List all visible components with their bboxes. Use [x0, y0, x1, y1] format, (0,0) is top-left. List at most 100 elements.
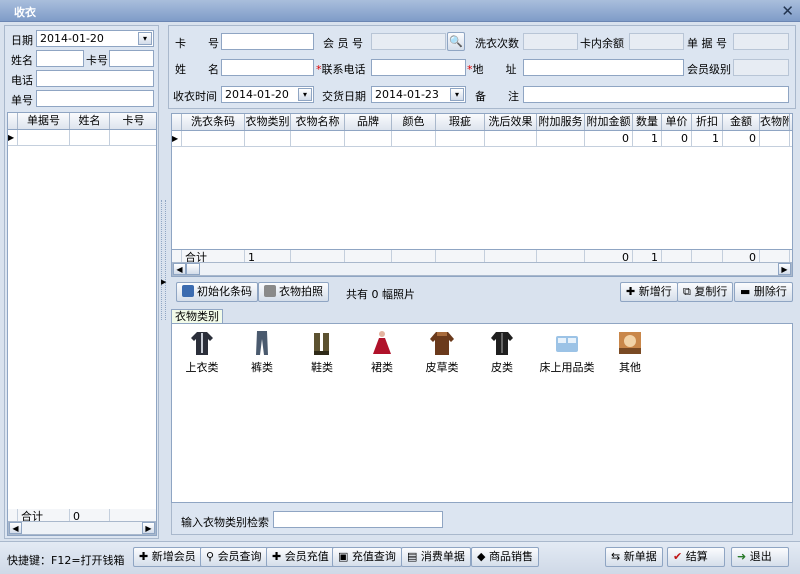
name-input[interactable] [221, 59, 314, 76]
member-recharge-button[interactable]: ✚ 会员充值 [266, 547, 335, 567]
new-doc-button[interactable]: ⇆ 新单据 [605, 547, 663, 567]
add-member-button[interactable]: ✚ 新增会员 [133, 547, 202, 567]
column-header[interactable]: 附加服务 [537, 114, 585, 130]
cell[interactable]: 0 [585, 131, 633, 146]
column-header[interactable]: 卡号 [110, 113, 156, 129]
shopping-icon: ◆ [477, 550, 486, 563]
chevron-down-icon[interactable]: ▾ [450, 88, 464, 101]
phone-input[interactable] [36, 70, 154, 87]
fur-icon [430, 332, 454, 355]
column-header[interactable]: 颜色 [392, 114, 436, 130]
column-header[interactable]: 附加金额 [585, 114, 633, 130]
column-header[interactable]: 衣物附 [760, 114, 790, 130]
exit-button[interactable]: ➜ 退出 [731, 547, 789, 567]
close-icon[interactable]: ✕ [781, 2, 794, 20]
scroll-right-icon[interactable]: ▶ [778, 263, 791, 275]
tab-clothing-category[interactable]: 衣物类别 [171, 309, 223, 324]
cell[interactable] [182, 131, 245, 146]
delete-row-label: 删除行 [753, 285, 787, 298]
category-item[interactable]: 皮类 [472, 330, 532, 375]
category-label: 其他 [619, 361, 641, 374]
member-search-button[interactable]: 🔍 [447, 32, 465, 51]
cell[interactable]: 0 [723, 131, 760, 146]
column-header[interactable]: 数量 [633, 114, 662, 130]
column-header[interactable]: 姓名 [70, 113, 110, 129]
checkout-button[interactable]: ✔ 结算 [667, 547, 725, 567]
order-list-grid[interactable]: 单据号 姓名 卡号 ▶ 合计 0 ◀ ▶ [7, 112, 157, 536]
doc-no-label: 单 据 号 [687, 37, 727, 50]
search-icon: 🔍 [449, 35, 463, 48]
column-header[interactable]: 衣物类别 [245, 114, 291, 130]
cell[interactable] [760, 131, 790, 146]
table-row[interactable]: ▶ [8, 130, 156, 146]
photo-button[interactable]: 衣物拍照 [258, 282, 329, 302]
init-barcode-button[interactable]: 初始化条码 [176, 282, 258, 302]
consume-docs-button[interactable]: ▤ 消费单据 [401, 547, 471, 567]
splitter-arrow-icon[interactable]: ▶ [161, 278, 166, 286]
cell[interactable] [392, 131, 436, 146]
card-input[interactable] [109, 50, 154, 67]
column-header[interactable]: 衣物名称 [291, 114, 345, 130]
column-header[interactable]: 折扣 [692, 114, 723, 130]
address-label: 地 址 [472, 63, 517, 76]
splitter[interactable] [161, 200, 166, 320]
items-grid[interactable]: 洗衣条码 衣物类别 衣物名称 品牌 颜色 瑕疵 洗后效果 附加服务 附加金额 数… [171, 113, 793, 277]
delivery-date-picker[interactable]: 2014-01-23 ▾ [371, 86, 466, 103]
scroll-left-icon[interactable]: ◀ [173, 263, 186, 275]
remark-input[interactable] [523, 86, 789, 103]
chevron-down-icon[interactable]: ▾ [298, 88, 312, 101]
name-input[interactable] [36, 50, 84, 67]
date-picker[interactable]: 2014-01-20 ▾ [36, 30, 154, 47]
receive-time-picker[interactable]: 2014-01-20 ▾ [221, 86, 314, 103]
category-item[interactable]: 裤类 [232, 330, 292, 375]
shoes-icon [314, 333, 329, 355]
column-header[interactable]: 洗后效果 [485, 114, 537, 130]
recharge-query-button[interactable]: ▣ 充值查询 [332, 547, 402, 567]
copy-row-button[interactable]: ⧉ 复制行 [677, 282, 734, 302]
scroll-right-icon[interactable]: ▶ [142, 522, 155, 534]
cell[interactable] [436, 131, 485, 146]
category-item[interactable]: 其他 [600, 330, 660, 375]
barcode-icon [182, 285, 194, 297]
camera-icon [264, 285, 276, 297]
photo-count: 0 [371, 288, 379, 301]
horizontal-scrollbar[interactable]: ◀ ▶ [172, 262, 792, 276]
column-header[interactable]: 品牌 [345, 114, 392, 130]
card-input[interactable] [221, 33, 314, 50]
address-input[interactable] [523, 59, 684, 76]
column-header[interactable]: 单价 [662, 114, 692, 130]
cell[interactable] [537, 131, 585, 146]
scroll-thumb[interactable] [186, 263, 200, 275]
category-item[interactable]: 床上用品类 [532, 330, 602, 375]
column-header[interactable]: 单据号 [18, 113, 70, 129]
member-query-button[interactable]: ⚲ 会员查询 [200, 547, 268, 567]
horizontal-scrollbar[interactable]: ◀ ▶ [8, 521, 156, 535]
order-input[interactable] [36, 90, 154, 107]
column-header[interactable]: 瑕疵 [436, 114, 485, 130]
category-item[interactable]: 皮草类 [412, 330, 472, 375]
cell[interactable] [345, 131, 392, 146]
category-item[interactable]: 裙类 [352, 330, 412, 375]
name-label: 姓名 [11, 54, 33, 67]
column-header[interactable]: 金额 [723, 114, 760, 130]
contact-input[interactable] [371, 59, 466, 76]
cell[interactable] [291, 131, 345, 146]
minus-icon: ▬ [740, 285, 751, 298]
cell[interactable]: 1 [692, 131, 723, 146]
cell[interactable]: 1 [633, 131, 662, 146]
category-item[interactable]: 鞋类 [292, 330, 352, 375]
category-item[interactable]: 上衣类 [172, 330, 232, 375]
category-search-input[interactable] [273, 511, 443, 528]
chevron-down-icon[interactable]: ▾ [138, 32, 152, 45]
check-icon: ✔ [673, 550, 683, 563]
column-header[interactable]: 洗衣条码 [182, 114, 245, 130]
cell[interactable] [485, 131, 537, 146]
scroll-left-icon[interactable]: ◀ [9, 522, 22, 534]
plus-icon: ✚ [272, 550, 282, 563]
delete-row-button[interactable]: ▬ 删除行 [734, 282, 793, 302]
cell[interactable]: 0 [662, 131, 692, 146]
new-row-button[interactable]: ✚ 新增行 [620, 282, 678, 302]
cell[interactable] [245, 131, 291, 146]
goods-sales-button[interactable]: ◆ 商品销售 [471, 547, 539, 567]
table-row[interactable]: ▶ 0 1 0 1 0 [172, 131, 792, 147]
